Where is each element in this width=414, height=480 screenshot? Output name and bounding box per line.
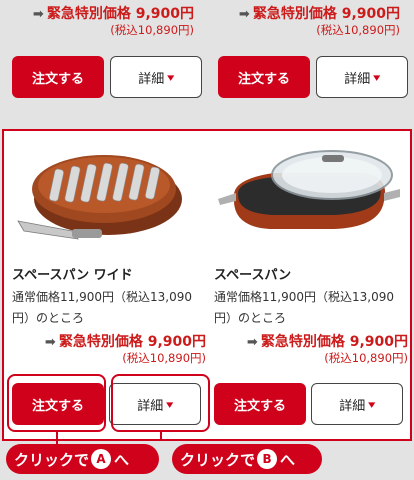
detail-button[interactable]: 詳細 ▾: [311, 383, 403, 425]
callout-b: クリックで B へ: [172, 444, 322, 474]
callout-a: クリックで A へ: [6, 444, 159, 474]
order-button[interactable]: 注文する: [218, 56, 310, 98]
special-price: ➡ 緊急特別価格 9,900円: [32, 6, 194, 22]
special-price: ➡ 緊急特別価格 9,900円: [238, 6, 400, 22]
product-card-space-pan-wide: スペースパン ワイド 通常価格11,900円（税込13,090円）のところ ➡ 緊…: [6, 131, 206, 436]
arrow-right-icon: ➡: [238, 7, 250, 22]
detail-button[interactable]: 詳細 ▾: [316, 56, 408, 98]
special-price-tax: (税込10,890円): [110, 23, 194, 37]
product-card-space-pan: スペースパン 通常価格11,900円（税込13,090円）のところ ➡ 緊急特別価…: [208, 131, 408, 436]
product-name: スペースパン: [214, 268, 292, 283]
special-price-tax: (税込10,890円): [324, 351, 408, 365]
top-product-row: ➡ 緊急特別価格 9,900円 (税込10,890円) 注文する 詳細 ▾ ➡ 緊急特…: [0, 0, 414, 130]
order-button[interactable]: 注文する: [214, 383, 306, 425]
product-image-space-pan: [218, 150, 400, 229]
arrow-right-icon: ➡: [246, 335, 258, 350]
product-name: スペースパン ワイド: [12, 268, 133, 283]
chevron-down-icon: ▾: [373, 70, 381, 84]
top-card: ➡ 緊急特別価格 9,900円 (税込10,890円) 注文する 詳細 ▾: [4, 0, 204, 130]
special-price: ➡ 緊急特別価格 9,900円: [44, 334, 206, 350]
letter-a-badge: A: [91, 449, 112, 469]
arrow-right-icon: ➡: [32, 7, 44, 22]
chevron-down-icon: ▾: [166, 397, 174, 411]
order-button[interactable]: 注文する: [12, 56, 104, 98]
top-card: ➡ 緊急特別価格 9,900円 (税込10,890円) 注文する 詳細 ▾: [210, 0, 410, 130]
special-price-tax: (税込10,890円): [122, 351, 206, 365]
callout-connector-b-horizontal: [160, 439, 220, 441]
detail-button[interactable]: 詳細 ▾: [109, 383, 201, 425]
special-price: ➡ 緊急特別価格 9,900円: [246, 334, 408, 350]
order-button[interactable]: 注文する: [12, 383, 104, 425]
regular-price: 通常価格11,900円（税込13,090円）のところ: [12, 290, 192, 325]
special-price-tax: (税込10,890円): [316, 23, 400, 37]
product-image-space-pan-wide: [17, 155, 182, 240]
letter-b-badge: B: [257, 449, 278, 469]
chevron-down-icon: ▾: [167, 70, 175, 84]
regular-price: 通常価格11,900円（税込13,090円）のところ: [214, 290, 394, 325]
arrow-right-icon: ➡: [44, 335, 56, 350]
detail-button[interactable]: 詳細 ▾: [110, 56, 202, 98]
chevron-down-icon: ▾: [368, 397, 376, 411]
